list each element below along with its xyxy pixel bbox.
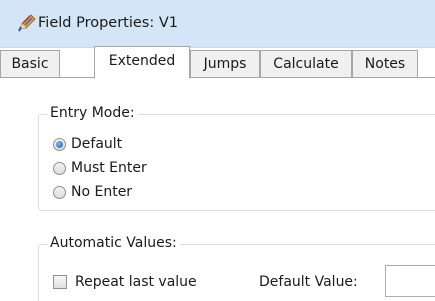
entry-mode-legend: Entry Mode: — [47, 105, 138, 121]
radio-must-enter-button[interactable] — [53, 161, 66, 175]
entry-mode-group: Entry Mode: Default Must Enter No Enter — [38, 105, 435, 211]
automatic-values-legend: Automatic Values: — [47, 235, 180, 251]
radio-no-enter[interactable]: No Enter — [53, 183, 132, 201]
radio-default-label: Default — [71, 136, 123, 152]
repeat-last-value[interactable]: Repeat last value — [53, 273, 197, 291]
default-value-input[interactable] — [385, 265, 435, 297]
tab-calculate[interactable]: Calculate — [260, 50, 352, 78]
radio-no-enter-label: No Enter — [71, 184, 133, 200]
default-value-label: Default Value: — [259, 274, 358, 290]
radio-must-enter-label: Must Enter — [71, 160, 147, 176]
title-bar: Field Properties: V1 — [0, 0, 435, 48]
tab-divider — [0, 77, 435, 78]
tab-basic[interactable]: Basic — [0, 50, 60, 78]
pencil-icon — [18, 14, 36, 32]
tab-strip: Basic Extended Jumps Calculate Notes — [0, 46, 435, 79]
repeat-last-value-checkbox[interactable] — [53, 275, 67, 289]
radio-default-button[interactable] — [53, 137, 66, 151]
tab-jumps[interactable]: Jumps — [190, 50, 260, 78]
tab-extended[interactable]: Extended — [94, 46, 190, 79]
automatic-values-group: Automatic Values: Repeat last value Defa… — [38, 235, 435, 301]
tab-notes[interactable]: Notes — [352, 50, 418, 78]
repeat-last-value-label: Repeat last value — [75, 274, 197, 290]
radio-must-enter[interactable]: Must Enter — [53, 159, 147, 177]
radio-default[interactable]: Default — [53, 135, 122, 153]
radio-no-enter-button[interactable] — [53, 185, 66, 199]
window-title: Field Properties: V1 — [38, 15, 178, 31]
